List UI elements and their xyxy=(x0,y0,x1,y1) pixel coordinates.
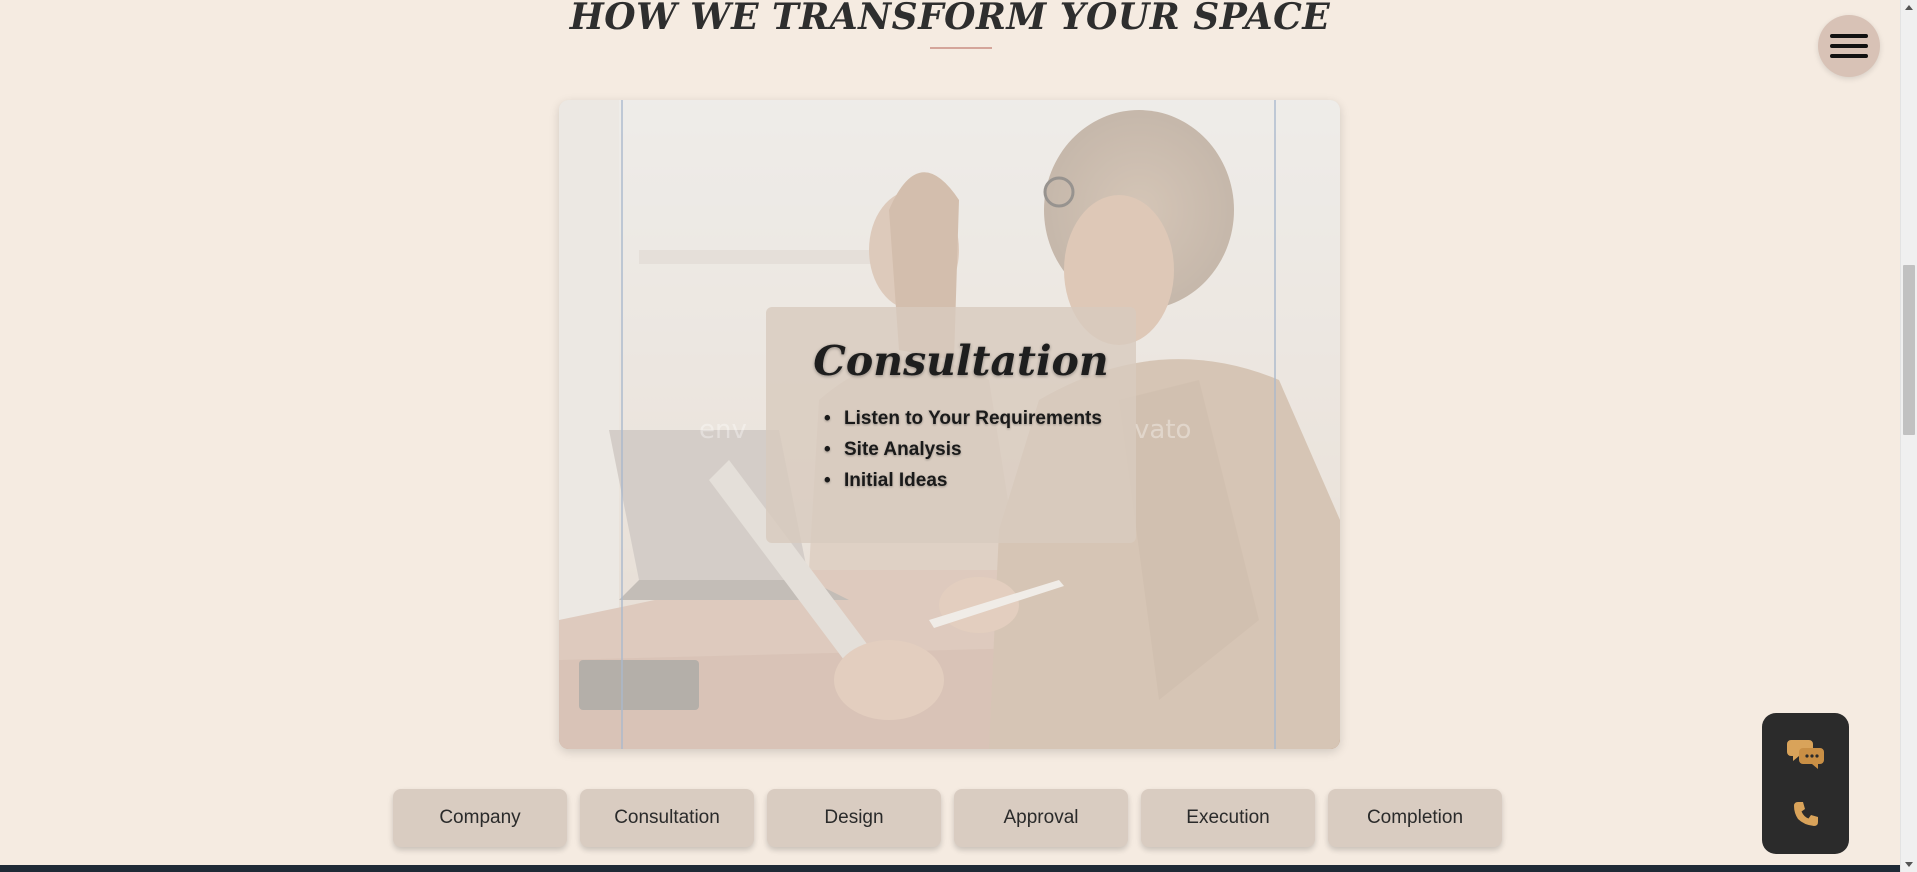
hamburger-line xyxy=(1830,44,1868,48)
page: HOW WE TRANSFORM YOUR SPACE env vato Con… xyxy=(0,0,1917,872)
step-details-box: Consultation Listen to Your Requirements… xyxy=(766,307,1136,543)
tab-execution[interactable]: Execution xyxy=(1141,789,1315,847)
tab-consultation[interactable]: Consultation xyxy=(580,789,754,847)
watermark-text: vato xyxy=(1134,415,1192,445)
tab-approval[interactable]: Approval xyxy=(954,789,1128,847)
hamburger-line xyxy=(1830,34,1868,38)
chat-bubbles-icon xyxy=(1786,739,1824,769)
process-tabs: Company Consultation Design Approval Exe… xyxy=(393,789,1502,847)
tab-company[interactable]: Company xyxy=(393,789,567,847)
title-divider xyxy=(930,47,992,49)
page-scrollbar[interactable] xyxy=(1900,0,1917,872)
phone-icon xyxy=(1793,802,1818,827)
contact-widget xyxy=(1762,713,1849,854)
step-point: Listen to Your Requirements xyxy=(824,403,1102,434)
footer-strip xyxy=(0,865,1900,872)
tab-design[interactable]: Design xyxy=(767,789,941,847)
tab-completion[interactable]: Completion xyxy=(1328,789,1502,847)
watermark-text: env xyxy=(699,415,747,445)
step-points-list: Listen to Your Requirements Site Analysi… xyxy=(824,403,1102,496)
scrollbar-thumb[interactable] xyxy=(1903,265,1915,435)
section-title: HOW WE TRANSFORM YOUR SPACE xyxy=(569,0,1331,38)
scroll-down-arrow-icon[interactable] xyxy=(1905,862,1913,867)
step-point: Initial Ideas xyxy=(824,465,1102,496)
hamburger-menu-button[interactable] xyxy=(1818,15,1880,77)
process-step-card: env vato Consultation Listen to Your Req… xyxy=(559,100,1340,749)
step-point: Site Analysis xyxy=(824,434,1102,465)
step-title: Consultation xyxy=(813,337,1109,385)
hamburger-line xyxy=(1830,54,1868,58)
chat-button[interactable] xyxy=(1784,731,1828,775)
scroll-up-arrow-icon[interactable] xyxy=(1905,5,1913,10)
call-button[interactable] xyxy=(1784,792,1828,836)
